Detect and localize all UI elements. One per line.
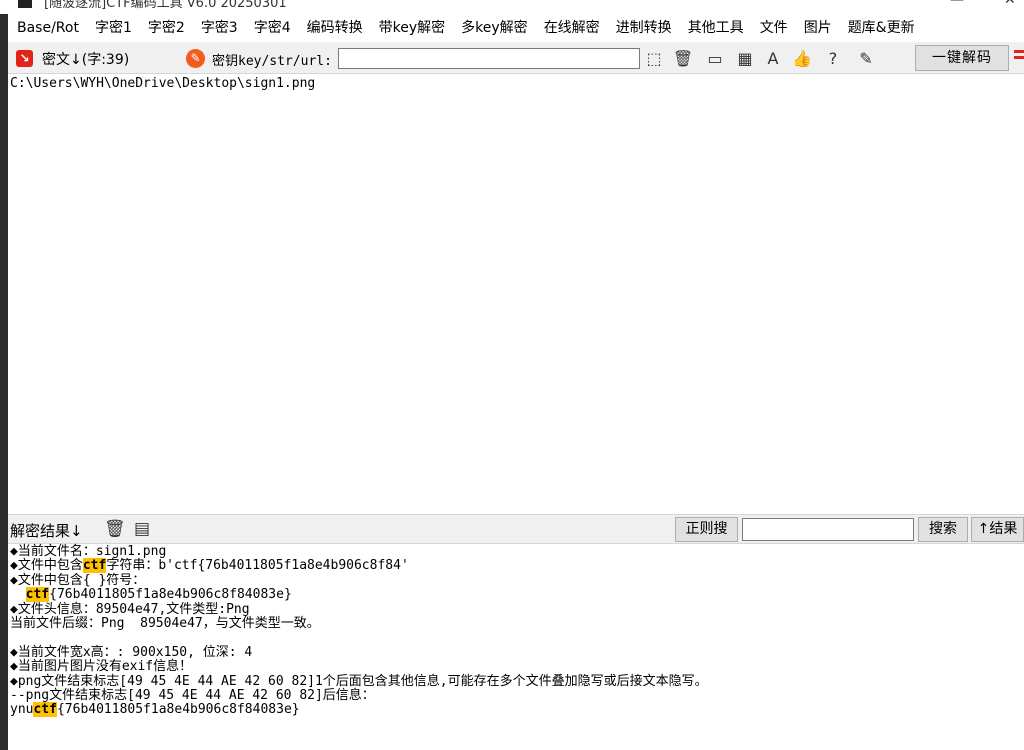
import-file-icon[interactable]: ↘ [16, 50, 33, 67]
result-line-text: ◆当前文件名：sign1.png [10, 544, 167, 559]
result-line: 当前文件后缀：Png 89504e47，与文件类型一致。 [10, 615, 1022, 631]
menu-other-tools[interactable]: 其他工具 [680, 14, 752, 42]
menu-zimi4[interactable]: 字密4 [246, 14, 299, 42]
result-line [10, 631, 1022, 645]
menu-bar: Base/Rot 字密1 字密2 字密3 字密4 编码转换 带key解密 多ke… [8, 14, 1024, 42]
window-title: [随波逐流]CTF编码工具 V6.0 20250301 [44, 0, 287, 11]
result-line-text: 当前文件后缀：Png 89504e47，与文件类型一致。 [10, 615, 320, 631]
key-input[interactable] [338, 48, 640, 69]
result-line-text: ◆文件中包含{ }符号： [10, 572, 146, 588]
menu-online-decrypt[interactable]: 在线解密 [536, 14, 608, 42]
result-line: ◆文件中包含{ }符号： [10, 572, 1022, 588]
result-line-text: 字符串：b'ctf{76b4011805f1a8e4b906c8f84' [106, 558, 409, 574]
result-line-text: ◆文件头信息：89504e47,文件类型:Png [10, 601, 250, 617]
search-button[interactable]: 搜索 [918, 517, 968, 542]
result-up-button[interactable]: ↑结果 [971, 517, 1024, 542]
window-left-edge [0, 0, 8, 750]
result-line: ◆文件头信息：89504e47,文件类型:Png [10, 601, 1022, 617]
highlight-keyword: ctf [25, 587, 50, 603]
font-icon[interactable]: A [762, 48, 784, 70]
title-bar: [随波逐流]CTF编码工具 V6.0 20250301 — ✕ [0, 0, 1024, 14]
menu-base-convert[interactable]: 进制转换 [608, 14, 680, 42]
result-line: ◆当前文件宽x高：: 900x150, 位深: 4 [10, 644, 1022, 660]
help-icon[interactable]: ? [822, 48, 844, 70]
key-label: 密钥key/str/url: [212, 54, 332, 69]
result-line: ctf{76b4011805f1a8e4b906c8f84083e} [10, 587, 1022, 603]
result-line: ◆png文件结束标志[49 45 4E 44 AE 42 60 82]1个后面包… [10, 673, 1022, 689]
highlight-keyword: ctf [82, 558, 107, 574]
menu-key-decrypt[interactable]: 带key解密 [371, 14, 454, 42]
decrypt-result-output[interactable]: ◆当前文件名：sign1.png ◆文件中包含ctf字符串：b'ctf{76b40… [8, 544, 1024, 750]
result-line-text [10, 587, 26, 602]
one-click-decode-button[interactable]: 一键解码 [915, 45, 1009, 71]
result-line-text: ynu [10, 702, 34, 718]
copy-icon[interactable]: ▤ [132, 519, 152, 539]
result-line: ◆当前图片图片没有exif信息！ [10, 659, 1022, 675]
menu-question-bank-update[interactable]: 题库&更新 [840, 14, 923, 42]
minimize-button[interactable]: — [950, 0, 964, 8]
menu-zimi1[interactable]: 字密1 [87, 14, 140, 42]
result-line: --png文件结束标志[49 45 4E 44 AE 42 60 82]后信息： [10, 687, 1022, 703]
menu-base-rot[interactable]: Base/Rot [8, 14, 87, 42]
menu-file[interactable]: 文件 [752, 14, 796, 42]
result-line-text: {76b4011805f1a8e4b906c8f84083e} [49, 587, 292, 603]
result-search-input[interactable] [742, 518, 914, 541]
thumbs-up-icon[interactable]: 👍 [791, 48, 813, 70]
result-line: ◆文件中包含ctf字符串：b'ctf{76b4011805f1a8e4b906c… [10, 558, 1022, 574]
menu-image[interactable]: 图片 [796, 14, 840, 42]
menu-lines-icon[interactable] [1014, 50, 1024, 66]
menu-multi-key-decrypt[interactable]: 多key解密 [453, 14, 536, 42]
cursor-select-icon[interactable]: ⬚ [643, 48, 665, 70]
close-button[interactable]: ✕ [1004, 0, 1016, 8]
result-line-text: {76b4011805f1a8e4b906c8f84083e} [56, 702, 300, 718]
terminal-icon[interactable]: ▭ [704, 48, 726, 70]
decrypt-result-label: 解密结果↓ [10, 522, 83, 540]
trash-icon[interactable]: 🗑 [104, 519, 126, 539]
ciphertext-input[interactable]: C:\Users\WYH\OneDrive\Desktop\sign1.png [8, 74, 1024, 514]
result-line: ynuctf{76b4011805f1a8e4b906c8f84083e} [10, 702, 1022, 718]
toolbar: ↘ 密文↓(字:39) ✎ 密钥key/str/url: ⬚ 🗑 ▭ ▦ A 👍… [8, 42, 1024, 74]
regex-search-button[interactable]: 正则搜 [675, 517, 738, 542]
key-clear-icon[interactable]: ✎ [186, 49, 205, 68]
edit-icon[interactable]: ✎ [855, 48, 877, 70]
ciphertext-label: 密文↓(字:39) [42, 52, 130, 68]
result-line-text: ◆png文件结束标志[49 45 4E 44 AE 42 60 82]1个后面包… [10, 673, 708, 689]
result-line-text: ◆文件中包含 [10, 558, 83, 574]
menu-encoding-convert[interactable]: 编码转换 [299, 14, 371, 42]
menu-zimi2[interactable]: 字密2 [140, 14, 193, 42]
result-line-text: --png文件结束标志[49 45 4E 44 AE 42 60 82]后信息： [10, 687, 375, 703]
menu-zimi3[interactable]: 字密3 [193, 14, 246, 42]
result-line-text: ◆当前文件宽x高：: 900x150, 位深: 4 [10, 644, 253, 660]
calculator-icon[interactable]: ▦ [734, 48, 756, 70]
highlight-keyword: ctf [33, 702, 57, 718]
app-icon [18, 0, 32, 8]
result-line-text: ◆当前图片图片没有exif信息！ [10, 659, 193, 675]
trash-icon[interactable]: 🗑 [672, 48, 694, 70]
result-bar: 解密结果↓ 🗑 ▤ 正则搜 搜索 ↑结果 [8, 514, 1024, 544]
